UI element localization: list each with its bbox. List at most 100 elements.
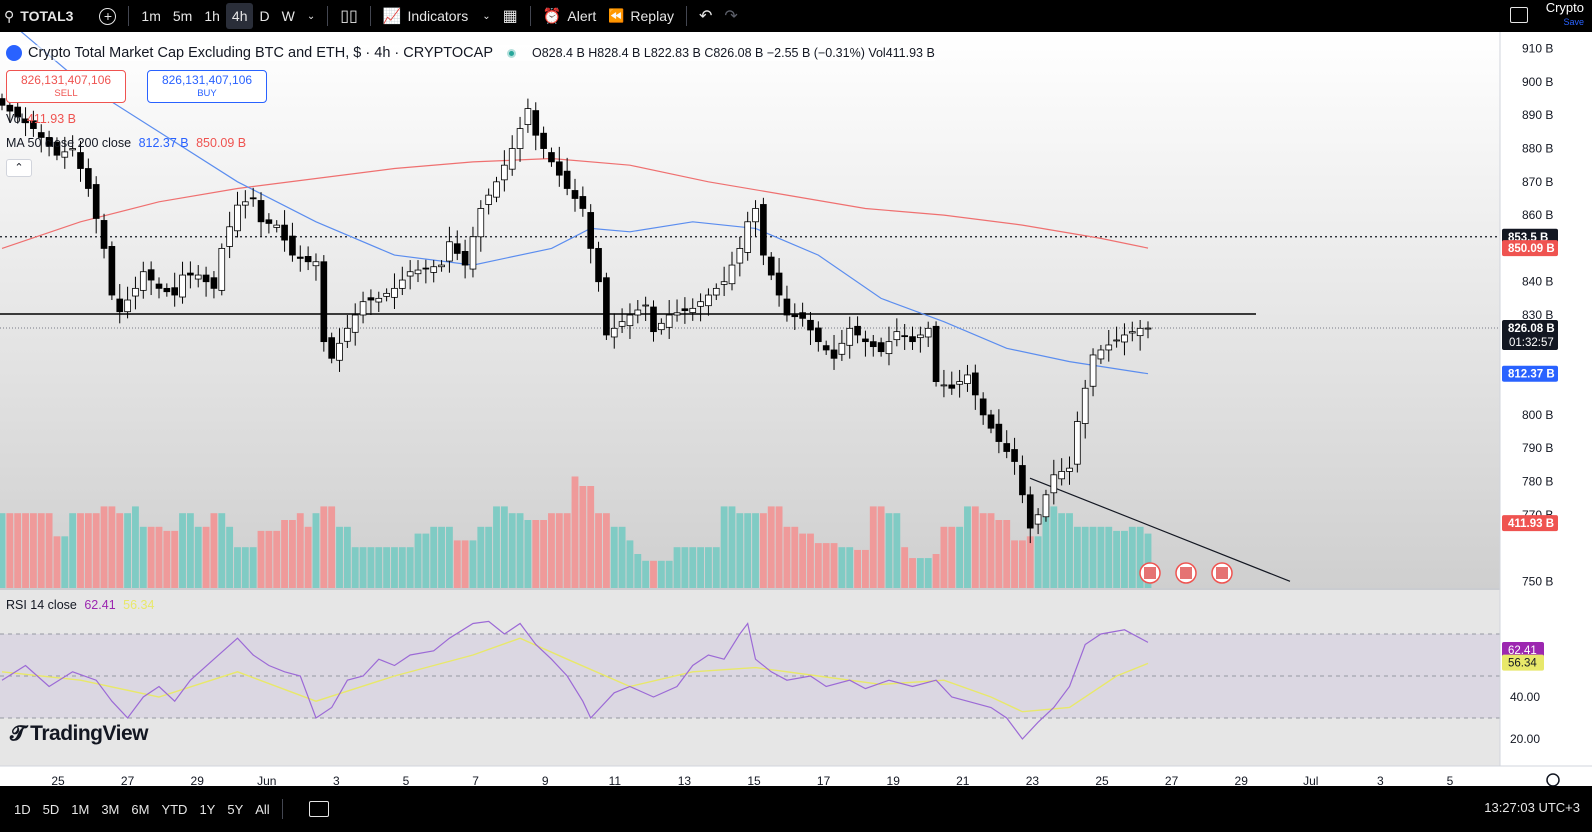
workspace-tab[interactable]: Crypto Save	[1546, 1, 1584, 29]
range-3m[interactable]: 3M	[95, 802, 125, 817]
candle-body	[234, 204, 241, 232]
range-ytd[interactable]: YTD	[155, 802, 193, 817]
volume-bar	[555, 513, 563, 588]
chevron-down-icon: ⌄	[482, 10, 491, 22]
timeframe-d[interactable]: D	[253, 0, 275, 32]
range-1y[interactable]: 1Y	[193, 802, 221, 817]
market-status-icon	[506, 48, 516, 58]
search-icon: ⚲	[4, 7, 15, 24]
volume-bar	[132, 506, 139, 588]
replay-label: Replay	[630, 8, 674, 24]
volume-bar	[477, 526, 485, 588]
timeframe-1m[interactable]: 1m	[135, 0, 166, 32]
toolbar-divider	[369, 6, 371, 26]
timeframe-dropdown[interactable]: ⌄	[301, 0, 321, 32]
rsi-ma-value: 56.34	[123, 598, 155, 612]
candle-body	[1042, 494, 1050, 518]
us-flag-event-icon	[1216, 567, 1228, 579]
indicators-button[interactable]: 📈 Indicators ⌄	[377, 0, 497, 32]
buy-price: 826,131,407,106	[161, 73, 253, 87]
range-1m[interactable]: 1M	[65, 802, 95, 817]
ma-legend[interactable]: MA 50 close 200 close 812.37 B 850.09 B	[6, 136, 246, 150]
sell-button[interactable]: 826,131,407,106 SELL	[6, 70, 126, 103]
candle-body	[77, 152, 84, 169]
rsi-value: 62.41	[84, 598, 116, 612]
volume-bar	[877, 506, 885, 588]
volume-bar	[312, 513, 320, 588]
undo-button[interactable]: ↶	[693, 0, 718, 32]
collapse-legend-button[interactable]: ⌃	[6, 159, 32, 177]
volume-bar	[414, 533, 422, 588]
redo-button[interactable]: ↷	[718, 0, 743, 32]
price-label-text: 411.93 B	[1508, 518, 1554, 530]
timeframe-1h[interactable]: 1h	[198, 0, 226, 32]
candle-body	[893, 331, 901, 341]
candle-body	[179, 274, 186, 298]
volume-bar	[108, 506, 116, 588]
volume-bar	[524, 520, 532, 588]
calendar-icon[interactable]	[308, 801, 329, 817]
candle-body	[1081, 387, 1089, 424]
candle-body	[218, 248, 226, 291]
volume-bar	[234, 547, 241, 588]
range-6m[interactable]: 6M	[125, 802, 155, 817]
volume-bar	[226, 526, 234, 588]
volume-legend[interactable]: Vol 411.93 B	[6, 112, 76, 126]
volume-bar	[618, 526, 626, 588]
volume-bar	[398, 547, 406, 588]
clock[interactable]: 13:27:03 UTC+3	[1484, 800, 1580, 815]
timeframe-4h[interactable]: 4h	[225, 3, 254, 29]
volume-label: Vol	[6, 112, 24, 126]
candle-body	[242, 201, 249, 206]
timeframe-5m[interactable]: 5m	[167, 0, 198, 32]
volume-bar	[893, 513, 901, 588]
alert-button[interactable]: ⏰ Alert	[537, 0, 602, 32]
candle-body	[987, 414, 995, 429]
candle-body	[328, 337, 335, 359]
volume-bar	[650, 560, 657, 588]
volume-bar	[1097, 526, 1105, 588]
tradingview-logo[interactable]: 𝓣 TradingView	[10, 722, 148, 746]
price-tick-label: 910 B	[1522, 42, 1553, 56]
volume-bar	[634, 554, 642, 588]
candle-body	[681, 308, 689, 311]
range-5d[interactable]: 5D	[37, 802, 66, 817]
timeframe-w[interactable]: W	[276, 0, 301, 32]
fullscreen-icon[interactable]	[1510, 7, 1528, 23]
rsi-legend[interactable]: RSI 14 close 62.41 56.34	[6, 598, 154, 612]
candle-body	[869, 341, 877, 348]
volume-bar	[155, 526, 163, 588]
candle-body	[414, 269, 422, 275]
volume-bar	[587, 486, 595, 588]
volume-bar	[438, 526, 445, 588]
volume-bar	[540, 520, 548, 588]
candle-body	[344, 327, 351, 342]
compare-button[interactable]: +	[79, 0, 122, 32]
volume-value: 411.93 B	[26, 112, 76, 126]
volume-bar	[979, 513, 987, 588]
alarm-clock-icon: ⏰	[542, 8, 562, 25]
candle-body	[807, 319, 814, 331]
range-5y[interactable]: 5Y	[221, 802, 249, 817]
volume-bar	[179, 513, 186, 588]
toolbar-divider	[128, 6, 130, 26]
replay-button[interactable]: ⏪ Replay	[602, 0, 680, 32]
volume-bar	[296, 513, 304, 588]
symbol-search-button[interactable]: ⚲ TOTAL3	[0, 0, 79, 32]
price-tick-label: 750 B	[1522, 574, 1553, 588]
volume-bar	[571, 476, 579, 588]
candle-body	[398, 279, 406, 289]
candle-body	[767, 256, 775, 276]
range-1d[interactable]: 1D	[8, 802, 37, 817]
chart-type-button[interactable]: ▯▯	[334, 0, 364, 32]
candle-body	[1003, 443, 1011, 452]
candle-body	[650, 306, 657, 333]
candle-body	[634, 309, 642, 316]
price-tick-label: 900 B	[1522, 75, 1553, 89]
candle-body	[799, 312, 806, 319]
range-all[interactable]: All	[249, 802, 275, 817]
buy-button[interactable]: 826,131,407,106 BUY	[147, 70, 267, 103]
layouts-button[interactable]: ▦	[497, 0, 524, 32]
candle-body	[6, 104, 14, 112]
candle-body	[438, 264, 445, 268]
